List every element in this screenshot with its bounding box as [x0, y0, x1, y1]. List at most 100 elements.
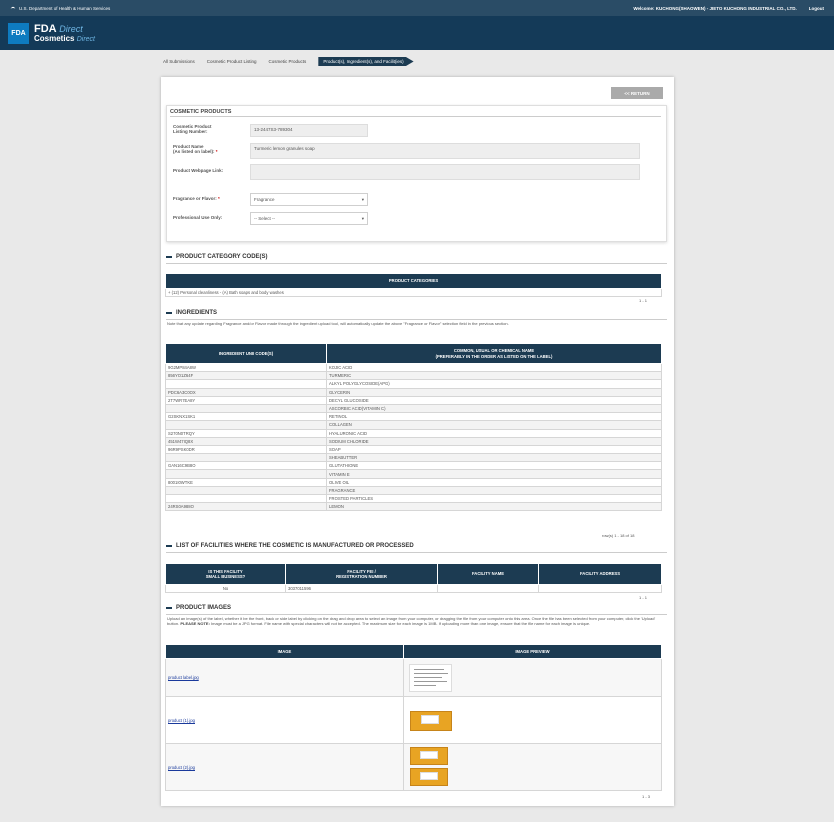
- app-header: FDA FDA Direct Cosmetics Direct: [0, 16, 834, 50]
- image-row: product (1).jpg: [165, 696, 404, 744]
- ingredient-row: SHEABUTTER: [165, 453, 662, 463]
- ingredient-row: 451W47IQ8X SODIUM CHLORIDE: [165, 436, 662, 446]
- ingredient-name: SODIUM CHLORIDE: [326, 436, 662, 446]
- ingredient-row: GAN16C9B8O GLUTATHIONE: [165, 461, 662, 471]
- category-section-header[interactable]: PRODUCT CATEGORY CODE(S): [166, 254, 268, 260]
- logout-link[interactable]: Logout: [809, 6, 824, 11]
- ingredient-row: G2SKNX1SK1 RETINOL: [165, 412, 662, 422]
- ingredient-name: DECYL GLUCOSIDE: [326, 395, 662, 405]
- ingredient-unii-code: [165, 379, 327, 389]
- brand-title: FDA Direct Cosmetics Direct: [34, 23, 95, 44]
- facility-fei[interactable]: 3037011596: [285, 584, 438, 593]
- facilities-section-header[interactable]: LIST OF FACILITIES WHERE THE COSMETIC IS…: [166, 543, 414, 549]
- breadcrumb-current: Product(s), Ingredient(s), and Facilit(i…: [318, 57, 414, 66]
- ingredient-row: ASCORBIC ACID(VITAMIN C): [165, 403, 662, 414]
- ingredient-unii-code: [165, 453, 327, 463]
- welcome-text: Welcome: KUCHONG(SHAOWEN) - JIETO KUCHON…: [633, 5, 797, 11]
- ingredient-name: RETINOL: [326, 412, 662, 422]
- ingredient-name: KOJIC ACID: [326, 362, 662, 373]
- facility-name: [437, 584, 539, 593]
- ingredient-row: 2T7WR7EA8Y DECYL GLUCOSIDE: [165, 395, 662, 405]
- image-file-link[interactable]: product label.jpg: [168, 675, 199, 680]
- ingredient-row: VITAMIN E: [165, 469, 662, 479]
- images-title: PRODUCT IMAGES: [176, 605, 232, 611]
- image-preview-box-1[interactable]: [408, 705, 456, 735]
- ingredient-row: 24RS0A988O LEMON: [165, 502, 662, 512]
- ingredient-unii-code: PDC6A3C0OX: [165, 387, 327, 397]
- ingredient-name: LEMON: [326, 502, 662, 512]
- product-name-label: Product Name (As listed on label): *: [173, 144, 218, 155]
- image-file-link[interactable]: product (2).jpg: [168, 765, 195, 770]
- ingredient-name: GLUTATHIONE: [326, 461, 662, 471]
- product-name-field[interactable]: Turmeric lemon granules soap: [250, 143, 640, 159]
- brand-direct: Direct: [59, 23, 83, 34]
- ingredient-name-col-header: COMMON, USUAL OR CHEMICAL NAME (PREFERAB…: [326, 343, 662, 364]
- ingredient-name: FRAGRANCE: [326, 485, 662, 496]
- ingredients-pager: row(s) 1 - 18 of 18: [602, 533, 635, 538]
- ingredient-name: SOAP: [326, 444, 662, 455]
- ingredient-unii-code: [165, 485, 327, 496]
- ingredient-row: 8001I0WTKE OLIVE OIL: [165, 477, 662, 487]
- chevron-down-icon: ▾: [361, 196, 364, 202]
- facilities-table: IS THIS FACILITY SMALL BUSINESS? FACILIT…: [165, 563, 662, 593]
- return-button[interactable]: << RETURN: [611, 87, 663, 99]
- professional-use-select[interactable]: -- Select -- ▾: [250, 212, 368, 225]
- facility-address: [538, 584, 662, 593]
- ingredient-unii-code: 856YO1Z64F: [165, 371, 327, 381]
- ingredient-unii-code: G2SKNX1SK1: [165, 412, 327, 422]
- image-row: product label.jpg: [165, 658, 404, 697]
- ingredient-row: S270N0TRQY HYALURONIC ACID: [165, 428, 662, 438]
- breadcrumb-cosmetic-products[interactable]: Cosmetic Products: [269, 59, 307, 64]
- ingredient-name: ASCORBIC ACID(VITAMIN C): [326, 403, 662, 414]
- ingredients-note: Note that any update regarding Fragrance…: [167, 321, 509, 326]
- ingredient-unii-code: 8001I0WTKE: [165, 477, 327, 487]
- ingredient-name: SHEABUTTER: [326, 453, 662, 463]
- hhs-eagle-icon: [10, 5, 16, 12]
- ingredient-row: 856YO1Z64F TURMERIC: [165, 371, 662, 381]
- collapse-icon: [166, 545, 172, 547]
- divider: [166, 552, 667, 553]
- ingredients-section-header[interactable]: INGREDIENTS: [166, 310, 217, 316]
- chevron-down-icon: ▾: [361, 215, 364, 221]
- ingredient-name: OLIVE OIL: [326, 477, 662, 487]
- images-section-header[interactable]: PRODUCT IMAGES: [166, 605, 231, 611]
- image-preview-cell: [403, 696, 662, 744]
- fragrance-select[interactable]: Fragrance ▾: [250, 193, 368, 206]
- image-file-link[interactable]: product (1).jpg: [168, 718, 195, 723]
- ingredient-row: PDC6A3C0OX GLYCERIN: [165, 387, 662, 397]
- fei-col-header: FACILITY FEI / REGISTRATION NUMBER: [285, 563, 438, 585]
- images-note: Upload an image(s) of the label, whether…: [167, 616, 656, 626]
- fragrance-selected: Fragrance: [254, 197, 275, 202]
- ingredient-unii-code: 2T7WR7EA8Y: [165, 395, 327, 405]
- collapse-icon: [166, 256, 172, 258]
- breadcrumb-all-submissions[interactable]: All Submissions: [163, 59, 195, 64]
- breadcrumb-product-listing[interactable]: Cosmetic Product Listing: [207, 59, 257, 64]
- top-bar: U.S. Department of Health & Human Servic…: [0, 0, 834, 16]
- image-preview-cell: [403, 658, 662, 697]
- facility-name-col-header: FACILITY NAME: [437, 563, 539, 585]
- ingredient-unii-code: S270N0TRQY: [165, 428, 327, 438]
- category-row[interactable]: + (12) Personal cleanliness - (A) Bath s…: [165, 288, 662, 297]
- image-preview-label[interactable]: [409, 663, 452, 692]
- image-preview-box-2[interactable]: [408, 745, 452, 789]
- ingredient-row: 96R9PSK0DR SOAP: [165, 444, 662, 455]
- divider: [166, 614, 667, 615]
- ingredient-row: ALKYL POLYGLYCOSIDE(APG): [165, 379, 662, 389]
- cosmetic-products-title: COSMETIC PRODUCTS: [170, 109, 232, 115]
- ingredient-unii-code: [165, 469, 327, 479]
- professional-use-label: Professional Use Only:: [173, 215, 223, 220]
- fda-logo[interactable]: FDA: [8, 22, 29, 44]
- facility-small-business: No: [165, 584, 286, 593]
- ingredients-title: INGREDIENTS: [176, 310, 218, 316]
- ingredient-name: COLLAGEN: [326, 420, 662, 430]
- image-preview-cell: [403, 743, 662, 791]
- ingredient-unii-code: 24RS0A988O: [165, 502, 327, 512]
- ingredient-row: COLLAGEN: [165, 420, 662, 430]
- small-business-col-header: IS THIS FACILITY SMALL BUSINESS?: [165, 563, 286, 585]
- image-col-header: IMAGE: [165, 644, 404, 659]
- webpage-link-field[interactable]: [250, 164, 640, 180]
- brand-cosmetics: Cosmetics: [34, 33, 75, 43]
- ingredient-unii-code: [165, 420, 327, 430]
- ingredient-unii-code: [165, 403, 327, 414]
- ingredient-name: VITAMIN E: [326, 469, 662, 479]
